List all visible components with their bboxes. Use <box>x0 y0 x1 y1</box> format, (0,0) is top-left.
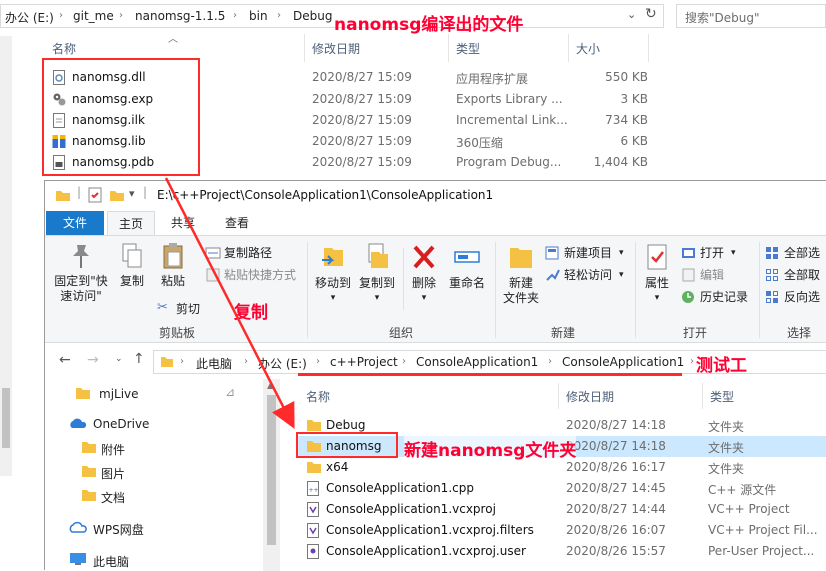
copy-arrow-icon <box>164 177 295 429</box>
